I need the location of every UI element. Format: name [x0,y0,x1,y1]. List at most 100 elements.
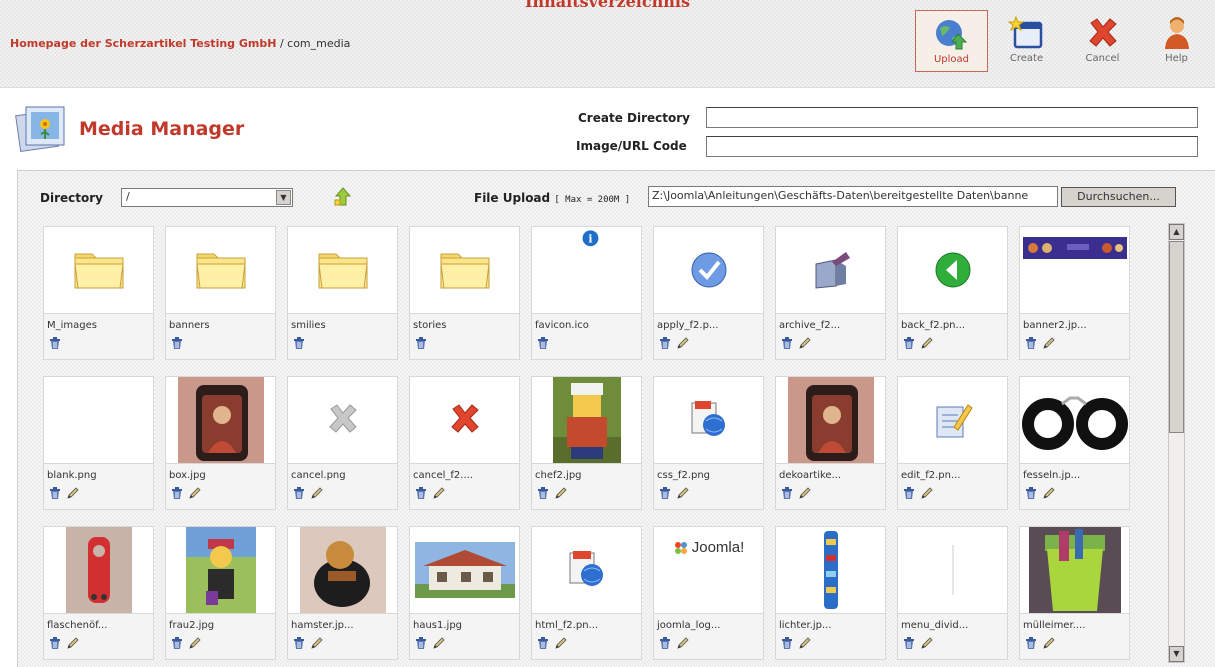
trash-icon[interactable] [1024,636,1038,650]
pencil-icon[interactable] [1042,486,1056,500]
trash-icon[interactable] [1024,486,1038,500]
media-item[interactable]: banners [165,226,276,360]
thumbnail[interactable] [44,527,153,613]
media-item[interactable]: apply_f2.p... [653,226,764,360]
trash-icon[interactable] [1024,336,1038,350]
thumbnail[interactable] [1020,227,1129,313]
create-directory-input[interactable] [706,107,1198,128]
thumbnail[interactable] [654,227,763,313]
pencil-icon[interactable] [920,486,934,500]
pencil-icon[interactable] [676,486,690,500]
thumbnail[interactable] [166,377,275,463]
directory-select[interactable]: / ▼ [121,188,293,207]
folder-up-icon[interactable] [334,187,352,207]
media-item[interactable]: i favicon.ico [531,226,642,360]
media-item[interactable]: M_images [43,226,154,360]
trash-icon[interactable] [658,336,672,350]
pencil-icon[interactable] [188,636,202,650]
folder-icon[interactable] [166,227,275,313]
media-item[interactable]: banner2.jp... [1019,226,1130,360]
trash-icon[interactable] [170,636,184,650]
media-item[interactable]: chef2.jpg [531,376,642,510]
media-item[interactable]: frau2.jpg [165,526,276,660]
thumbnail[interactable] [898,527,1007,613]
thumbnail[interactable] [410,527,519,613]
pencil-icon[interactable] [798,636,812,650]
media-item[interactable]: html_f2.pn... [531,526,642,660]
pencil-icon[interactable] [554,486,568,500]
thumbnail[interactable] [166,527,275,613]
trash-icon[interactable] [48,486,62,500]
media-item[interactable]: blank.png [43,376,154,510]
media-item[interactable]: mülleimer.... [1019,526,1130,660]
thumbnail[interactable] [776,377,885,463]
pencil-icon[interactable] [188,486,202,500]
chevron-down-icon[interactable]: ▼ [276,190,291,205]
pencil-icon[interactable] [310,486,324,500]
media-item[interactable]: box.jpg [165,376,276,510]
thumbnail[interactable] [776,227,885,313]
trash-icon[interactable] [292,336,306,350]
media-item[interactable]: dekoartike... [775,376,886,510]
trash-icon[interactable] [170,486,184,500]
thumbnail[interactable] [654,377,763,463]
media-item[interactable]: fesseln.jp... [1019,376,1130,510]
folder-icon[interactable] [410,227,519,313]
trash-icon[interactable] [48,336,62,350]
image-url-input[interactable] [706,136,1198,157]
cancel-button[interactable]: Cancel [1066,10,1139,72]
pencil-icon[interactable] [1042,636,1056,650]
media-item[interactable]: flaschenöf... [43,526,154,660]
trash-icon[interactable] [780,636,794,650]
help-button[interactable]: Help [1140,10,1213,72]
pencil-icon[interactable] [432,636,446,650]
scroll-up-button[interactable]: ▲ [1169,224,1184,240]
thumbnail[interactable] [776,527,885,613]
trash-icon[interactable] [48,636,62,650]
scroll-down-button[interactable]: ▼ [1169,646,1184,662]
folder-icon[interactable] [288,227,397,313]
trash-icon[interactable] [414,486,428,500]
breadcrumb-home-link[interactable]: Homepage der Scherzartikel Testing GmbH [10,37,276,50]
trash-icon[interactable] [780,486,794,500]
media-item[interactable]: css_f2.png [653,376,764,510]
pencil-icon[interactable] [1042,336,1056,350]
media-item[interactable]: lichter.jp... [775,526,886,660]
thumbnail[interactable] [288,527,397,613]
file-upload-input[interactable]: Z:\Joomla\Anleitungen\Geschäfts-Daten\be… [648,186,1058,207]
media-item[interactable]: archive_f2... [775,226,886,360]
pencil-icon[interactable] [920,636,934,650]
trash-icon[interactable] [292,636,306,650]
trash-icon[interactable] [902,486,916,500]
thumbnail[interactable] [898,377,1007,463]
trash-icon[interactable] [414,336,428,350]
pencil-icon[interactable] [798,336,812,350]
vertical-scrollbar[interactable]: ▲ ▼ [1168,223,1185,663]
thumbnail[interactable] [410,377,519,463]
pencil-icon[interactable] [310,636,324,650]
pencil-icon[interactable] [66,486,80,500]
trash-icon[interactable] [902,336,916,350]
trash-icon[interactable] [780,336,794,350]
browse-button[interactable]: Durchsuchen... [1061,187,1176,207]
pencil-icon[interactable] [676,336,690,350]
trash-icon[interactable] [658,486,672,500]
media-item[interactable]: smilies [287,226,398,360]
trash-icon[interactable] [536,486,550,500]
create-button[interactable]: Create [990,10,1063,72]
thumbnail[interactable] [44,377,153,463]
media-item[interactable]: Joomla! joomla_log... [653,526,764,660]
pencil-icon[interactable] [432,486,446,500]
media-item[interactable]: haus1.jpg [409,526,520,660]
scroll-thumb[interactable] [1169,241,1184,433]
thumbnail[interactable] [1020,527,1129,613]
thumbnail[interactable] [532,377,641,463]
trash-icon[interactable] [170,336,184,350]
media-item[interactable]: cancel.png [287,376,398,510]
trash-icon[interactable] [902,636,916,650]
thumbnail[interactable]: Joomla! [654,527,763,613]
media-item[interactable]: menu_divid... [897,526,1008,660]
trash-icon[interactable] [292,486,306,500]
thumbnail[interactable] [1020,377,1129,463]
folder-icon[interactable] [44,227,153,313]
